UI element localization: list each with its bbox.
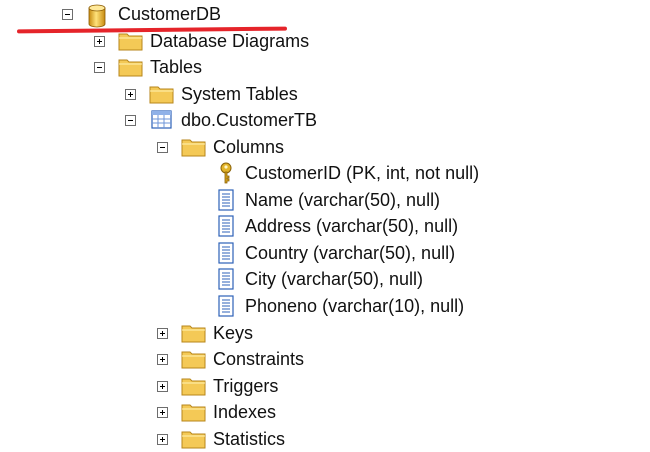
column-item-customerid[interactable]: CustomerID (PK, int, not null) [189,160,479,186]
column-label: Country (varchar(50), null) [245,243,456,263]
tree-node-label: CustomerDB [118,4,222,24]
tree-node-customerdb[interactable]: CustomerDB [62,1,222,28]
column-icon [213,242,239,264]
tree-node-statistics[interactable]: Statistics [157,426,285,452]
database-icon [86,3,108,28]
tree-node-label: Columns [213,137,285,157]
table-icon [149,109,175,131]
column-label: CustomerID (PK, int, not null) [245,163,480,183]
tree-node-label: Database Diagrams [150,31,310,51]
tree-node-label: Triggers [213,376,279,396]
tree-node-label: System Tables [181,84,298,104]
expand-toggle[interactable] [157,327,168,339]
tree-node-tables[interactable]: Tables [94,54,202,80]
folder-icon [149,83,175,105]
tree-node-dbo-customertb[interactable]: dbo.CustomerTB [125,107,317,133]
tree-node-label: Tables [150,57,203,77]
tree-node-columns[interactable]: Columns [157,134,284,160]
column-label: Phoneno (varchar(10), null) [245,296,465,316]
expand-toggle[interactable] [94,35,105,47]
expand-toggle[interactable] [157,406,168,418]
collapse-toggle[interactable] [125,114,136,126]
expand-toggle[interactable] [157,380,168,392]
column-item-country[interactable]: Country (varchar(50), null) [189,240,455,266]
tree-node-label: Keys [213,323,254,343]
folder-icon [181,136,207,158]
tree-node-label: Statistics [213,429,286,449]
column-icon [213,295,239,317]
folder-icon [181,322,207,344]
folder-icon [181,375,207,397]
folder-icon [181,348,207,370]
column-item-address[interactable]: Address (varchar(50), null) [189,213,458,239]
tree-node-label: dbo.CustomerTB [181,110,318,130]
primary-key-icon [213,162,239,184]
column-label: City (varchar(50), null) [245,269,424,289]
expand-toggle[interactable] [125,88,136,100]
collapse-toggle[interactable] [94,61,105,73]
tree-node-system-tables[interactable]: System Tables [125,81,298,107]
column-label: Name (varchar(50), null) [245,190,441,210]
tree-node-indexes[interactable]: Indexes [157,399,276,425]
collapse-toggle[interactable] [62,8,73,20]
column-item-phoneno[interactable]: Phoneno (varchar(10), null) [189,293,464,319]
column-item-name[interactable]: Name (varchar(50), null) [189,187,440,213]
column-icon [213,268,239,290]
tree-node-triggers[interactable]: Triggers [157,373,278,399]
tree-node-label: Constraints [213,349,305,369]
collapse-toggle[interactable] [157,141,168,153]
tree-node-label: Indexes [213,402,277,422]
column-icon [213,215,239,237]
folder-icon [181,428,207,450]
column-item-city[interactable]: City (varchar(50), null) [189,266,423,292]
tree-node-constraints[interactable]: Constraints [157,346,304,372]
folder-icon [118,56,144,78]
column-icon [213,189,239,211]
tree-node-keys[interactable]: Keys [157,320,253,346]
tree-node-database-diagrams[interactable]: Database Diagrams [94,28,309,54]
folder-icon [181,401,207,423]
expand-toggle[interactable] [157,353,168,365]
column-label: Address (varchar(50), null) [245,216,459,236]
folder-icon [118,30,144,52]
object-explorer-tree: CustomerDB Database Diagrams Tables Syst… [0,0,650,449]
